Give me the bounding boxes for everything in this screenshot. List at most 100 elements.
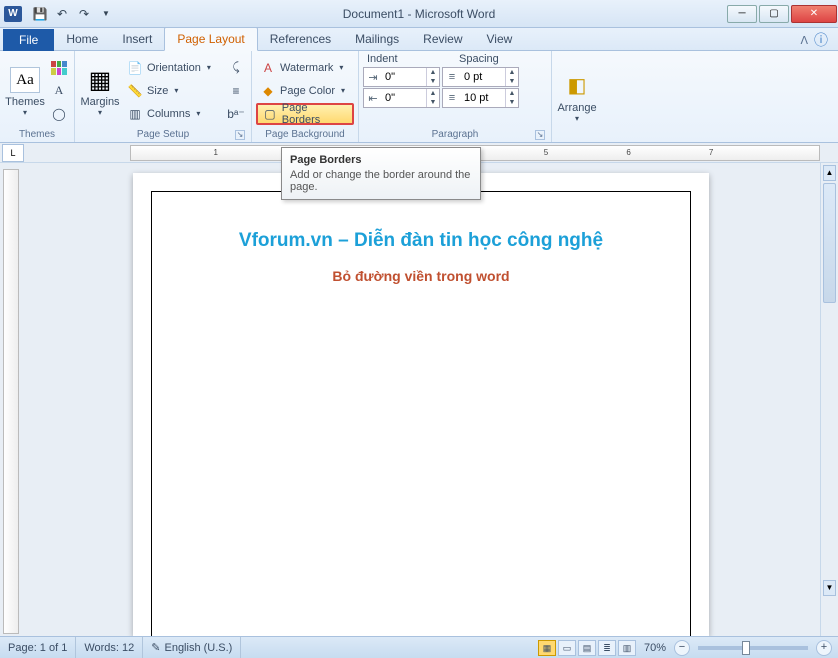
minimize-button[interactable]: ─ (727, 5, 757, 23)
zoom-slider[interactable] (698, 646, 808, 650)
view-draft-icon[interactable]: ▥ (618, 640, 636, 656)
tab-mailings[interactable]: Mailings (343, 28, 411, 50)
scroll-down-icon[interactable]: ▼ (823, 580, 836, 596)
spacing-after-icon: ≡ (443, 92, 461, 104)
hyphenation-button[interactable]: bᵃ⁻ (225, 103, 247, 125)
indent-right-icon: ⇤ (364, 92, 382, 105)
spin-down[interactable]: ▼ (427, 98, 439, 107)
spin-down[interactable]: ▼ (506, 77, 518, 86)
document-area: Vforum.vn – Diễn đàn tin học công nghệ B… (0, 163, 838, 636)
scroll-thumb[interactable] (823, 183, 836, 303)
proofing-icon: ✎ (151, 641, 160, 654)
margins-icon: ▦ (84, 64, 116, 96)
group-label-page-background: Page Background (256, 128, 354, 142)
maximize-button[interactable]: ▢ (759, 5, 789, 23)
undo-icon[interactable]: ↶ (52, 4, 72, 24)
status-language[interactable]: ✎English (U.S.) (143, 637, 241, 658)
page-setup-launcher[interactable]: ↘ (235, 130, 245, 140)
line-numbers-button[interactable]: ≡ (225, 80, 247, 102)
theme-colors-button[interactable] (48, 57, 70, 79)
minimize-ribbon-icon[interactable]: ᐱ (800, 34, 808, 47)
themes-button[interactable]: Aa Themes ▾ (4, 53, 46, 128)
breaks-button[interactable]: ⤹ (225, 57, 247, 79)
doc-heading[interactable]: Vforum.vn – Diễn đàn tin học công nghệ (152, 230, 690, 252)
indent-right-input[interactable] (382, 92, 426, 104)
arrange-icon: ◧ (561, 70, 593, 102)
columns-icon: ▥ (127, 106, 143, 122)
word-app-icon: W (4, 6, 22, 22)
tab-selector[interactable]: L (2, 144, 24, 162)
group-page-background: AWatermark▾ ◆Page Color▾ ▢Page Borders P… (252, 51, 359, 142)
watermark-button[interactable]: AWatermark▾ (256, 57, 354, 79)
paragraph-launcher[interactable]: ↘ (535, 130, 545, 140)
tab-review[interactable]: Review (411, 28, 474, 50)
tooltip-title: Page Borders (290, 154, 472, 166)
size-button[interactable]: 📏Size▾ (123, 80, 223, 102)
qat-dropdown-icon[interactable]: ▼ (96, 4, 116, 24)
spin-down[interactable]: ▼ (427, 77, 439, 86)
ribbon: Aa Themes ▾ A ◯ Themes ▦ Margins ▾ 📄Orie… (0, 51, 838, 143)
page-border: Vforum.vn – Diễn đàn tin học công nghệ B… (151, 191, 691, 636)
vertical-ruler[interactable] (0, 163, 22, 636)
tab-insert[interactable]: Insert (110, 28, 164, 50)
zoom-knob[interactable] (742, 641, 750, 655)
theme-effects-button[interactable]: ◯ (48, 103, 70, 125)
tab-view[interactable]: View (475, 28, 525, 50)
page[interactable]: Vforum.vn – Diễn đàn tin học công nghệ B… (133, 173, 709, 636)
zoom-out-button[interactable]: − (674, 640, 690, 656)
status-page[interactable]: Page: 1 of 1 (0, 637, 76, 658)
spin-down[interactable]: ▼ (506, 98, 518, 107)
zoom-level[interactable]: 70% (644, 642, 666, 654)
group-label-arrange (556, 139, 598, 142)
spacing-label: Spacing (455, 53, 547, 67)
view-print-layout-icon[interactable]: ▦ (538, 640, 556, 656)
window-title: Document1 - Microsoft Word (343, 7, 496, 21)
view-outline-icon[interactable]: ≣ (598, 640, 616, 656)
title-bar: W 💾 ↶ ↷ ▼ Document1 - Microsoft Word ─ ▢… (0, 0, 838, 28)
spacing-before-spinner[interactable]: ≡▲▼ (442, 67, 519, 87)
spacing-after-spinner[interactable]: ≡ ▲▼ (442, 88, 519, 108)
page-color-button[interactable]: ◆Page Color▾ (256, 80, 354, 102)
status-words[interactable]: Words: 12 (76, 637, 143, 658)
tab-references[interactable]: References (258, 28, 343, 50)
arrange-button[interactable]: ◧ Arrange ▾ (556, 53, 598, 139)
indent-right-spinner[interactable]: ⇤ ▲▼ (363, 88, 440, 108)
page-borders-icon: ▢ (262, 106, 278, 122)
columns-button[interactable]: ▥Columns▾ (123, 103, 223, 125)
redo-icon[interactable]: ↷ (74, 4, 94, 24)
page-borders-button[interactable]: ▢Page Borders (256, 103, 354, 125)
scroll-up-icon[interactable]: ▲ (823, 165, 836, 181)
watermark-icon: A (260, 60, 276, 76)
view-full-screen-icon[interactable]: ▭ (558, 640, 576, 656)
group-label-themes: Themes (4, 128, 70, 142)
orientation-icon: 📄 (127, 60, 143, 76)
document-viewport[interactable]: Vforum.vn – Diễn đàn tin học công nghệ B… (22, 163, 820, 636)
zoom-in-button[interactable]: + (816, 640, 832, 656)
spin-up[interactable]: ▲ (427, 68, 439, 77)
tab-home[interactable]: Home (54, 28, 110, 50)
indent-left-input[interactable] (382, 71, 426, 83)
spin-up[interactable]: ▲ (506, 89, 518, 98)
group-page-setup: ▦ Margins ▾ 📄Orientation▾ 📏Size▾ ▥Column… (75, 51, 252, 142)
view-web-layout-icon[interactable]: ▤ (578, 640, 596, 656)
close-button[interactable]: ✕ (791, 5, 837, 23)
size-icon: 📏 (127, 83, 143, 99)
file-tab[interactable]: File (3, 29, 54, 51)
colors-icon (51, 61, 67, 75)
margins-button[interactable]: ▦ Margins ▾ (79, 53, 121, 128)
theme-fonts-button[interactable]: A (48, 80, 70, 102)
spacing-before-input[interactable] (461, 71, 505, 83)
ribbon-tabs: File Home Insert Page Layout References … (0, 28, 838, 51)
spin-up[interactable]: ▲ (427, 89, 439, 98)
tab-page-layout[interactable]: Page Layout (164, 27, 257, 51)
indent-left-spinner[interactable]: ⇥▲▼ (363, 67, 440, 87)
doc-subtext[interactable]: Bỏ đường viền trong word (152, 268, 690, 284)
help-icon[interactable]: ⓘ (814, 30, 828, 50)
spacing-after-input[interactable] (461, 92, 505, 104)
themes-icon: Aa (10, 67, 40, 93)
group-paragraph: Indent Spacing ⇥▲▼ ≡▲▼ ⇤▲▼ ≡▲▼ Paragraph… (359, 51, 552, 142)
vertical-scrollbar[interactable]: ▲ ▼ (820, 163, 838, 636)
save-icon[interactable]: 💾 (30, 4, 50, 24)
orientation-button[interactable]: 📄Orientation▾ (123, 57, 223, 79)
spin-up[interactable]: ▲ (506, 68, 518, 77)
